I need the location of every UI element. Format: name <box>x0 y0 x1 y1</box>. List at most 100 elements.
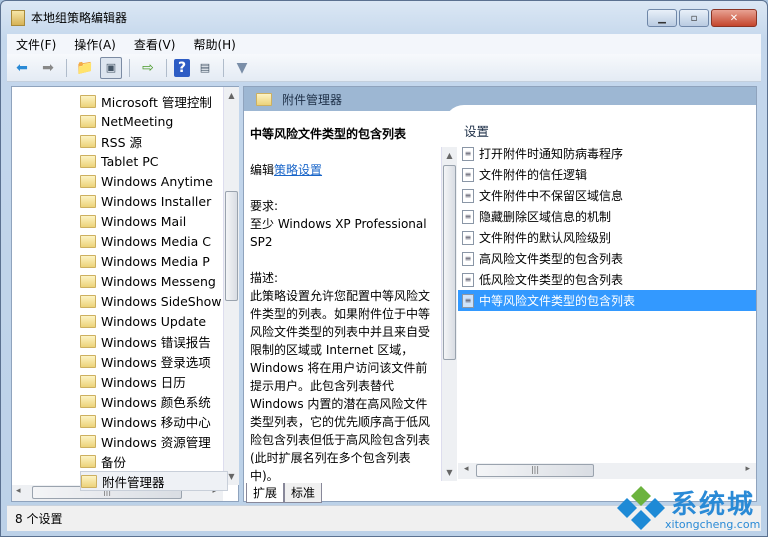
requirements-line: 至少 Windows XP Professional <box>250 217 427 231</box>
setting-label: 高风险文件类型的包含列表 <box>479 252 624 266</box>
folder-icon <box>80 314 96 328</box>
folder-icon <box>80 234 96 248</box>
setting-row[interactable]: ≡ 文件附件的默认风险级别 <box>458 227 756 248</box>
folder-icon <box>80 334 96 348</box>
description-line: 类型列表，它的优先顺序高于低风 <box>250 415 431 429</box>
tab-standard[interactable]: 标准 <box>284 483 323 503</box>
tree-item[interactable]: Windows 移动中心 <box>80 411 228 431</box>
tree-item[interactable]: ▷备份 <box>80 451 228 471</box>
minimize-button[interactable]: ▁ <box>647 9 677 27</box>
settings-list: 设置 ≡ 打开附件时通知防病毒程序 ≡ 文件附件的信任逻辑 ≡ 文件附件中不保留区域信息 ≡… <box>458 117 756 311</box>
tree-item[interactable]: ▷Tablet PC <box>80 151 228 171</box>
policy-setting-icon: ≡ <box>462 230 474 245</box>
filter-icon[interactable]: ▼ <box>231 57 253 79</box>
export-list-icon[interactable]: ⇨ <box>137 57 159 79</box>
tree-item-label: Windows Mail <box>101 213 187 229</box>
edit-policy-link[interactable]: 策略设置 <box>274 163 322 177</box>
tree-item[interactable]: ▷Windows 错误报告 <box>80 331 228 351</box>
tree-item[interactable]: Windows Anytime <box>80 171 228 191</box>
setting-row[interactable]: ≡ 高风险文件类型的包含列表 <box>458 248 756 269</box>
description-scroll-thumb[interactable] <box>443 165 456 360</box>
tree-item-label: Windows Installer <box>101 193 212 209</box>
description-line: Windows 将在用户访问该文件前 <box>250 361 428 375</box>
tree-item[interactable]: Windows 登录选项 <box>80 351 228 371</box>
watermark-text: 系统城 <box>671 490 756 520</box>
folder-icon <box>80 414 96 428</box>
requirements-label: 要求: <box>250 199 279 213</box>
policy-setting-icon: ≡ <box>462 188 474 203</box>
back-icon[interactable]: ⬅ <box>11 57 33 79</box>
folder-icon <box>81 474 97 488</box>
show-action-pane-icon[interactable]: ▤ <box>194 57 216 79</box>
tree-item-label: 附件管理器 <box>102 474 165 490</box>
folder-icon <box>80 374 96 388</box>
tree-item[interactable]: RSS 源 <box>80 131 228 151</box>
tree-item-label: Windows Update <box>101 313 207 329</box>
tree-item[interactable]: Windows SideShow <box>80 291 228 311</box>
setting-row[interactable]: ≡ 文件附件的信任逻辑 <box>458 164 756 185</box>
tree-item-label: Windows SideShow <box>101 293 222 309</box>
description-line: 此策略设置允许您配置中等风险文 <box>250 289 431 303</box>
status-text: 8 个设置 <box>15 512 63 526</box>
setting-row[interactable]: ≡ 中等风险文件类型的包含列表 <box>458 290 756 311</box>
folder-icon <box>80 174 96 188</box>
tree-item[interactable]: ▷Microsoft 管理控制 <box>80 91 228 111</box>
tree-item-label: Windows 资源管理 <box>101 434 211 450</box>
help-icon[interactable]: ? <box>174 58 190 77</box>
requirements-line: SP2 <box>250 235 273 249</box>
menu-bar: 文件(F) 操作(A) 查看(V) 帮助(H) <box>7 34 761 54</box>
list-hscroll-thumb[interactable]: ||| <box>476 464 594 477</box>
show-hide-tree-icon[interactable]: ▣ <box>100 56 122 79</box>
description-line: Windows 内置的潜在高风险文件 <box>250 397 428 411</box>
folder-icon <box>80 294 96 308</box>
tree-item[interactable]: 附件管理器 <box>80 471 228 491</box>
forward-icon[interactable]: ➡ <box>37 57 59 79</box>
policy-setting-icon: ≡ <box>462 251 474 266</box>
description-line: (此时扩展名列在多个包含列表 <box>250 451 411 465</box>
up-folder-icon[interactable]: 📁 <box>74 57 96 79</box>
setting-row[interactable]: ≡ 打开附件时通知防病毒程序 <box>458 143 756 164</box>
setting-row[interactable]: ≡ 低风险文件类型的包含列表 <box>458 269 756 290</box>
tree-item[interactable]: Windows 颜色系统 <box>80 391 228 411</box>
description-line: 件类型的列表。如果附件位于中等 <box>250 307 431 321</box>
tree-item-label: RSS 源 <box>101 134 143 150</box>
folder-icon <box>80 434 96 448</box>
watermark-url: xitongcheng.com <box>665 518 761 531</box>
setting-row[interactable]: ≡ 隐藏删除区域信息的机制 <box>458 206 756 227</box>
setting-label: 低风险文件类型的包含列表 <box>479 273 624 287</box>
folder-icon <box>80 354 96 368</box>
maximize-button[interactable]: ▫ <box>679 9 709 27</box>
tree-item-label: Tablet PC <box>101 153 159 169</box>
tree-item[interactable]: Windows Mail <box>80 211 228 231</box>
menu-help[interactable]: 帮助(H) <box>184 34 244 54</box>
description-scrollbar[interactable]: ▲ ▼ <box>441 147 457 481</box>
column-header-setting[interactable]: 设置 <box>458 117 756 143</box>
title-bar: 本地组策略编辑器 <box>11 9 127 26</box>
tree-item[interactable]: Windows Media C <box>80 231 228 251</box>
close-button[interactable]: ✕ <box>711 9 757 27</box>
app-icon <box>11 9 25 26</box>
tree-pane: ▲ ▼ ◂ ||| ▸ ▷Microsoft 管理控制▷NetMeetingRS… <box>11 86 239 502</box>
tree-item[interactable]: Windows Update <box>80 311 228 331</box>
menu-file[interactable]: 文件(F) <box>7 34 65 54</box>
setting-row[interactable]: ≡ 文件附件中不保留区域信息 <box>458 185 756 206</box>
tree-item-label: NetMeeting <box>101 113 174 129</box>
menu-view[interactable]: 查看(V) <box>125 34 185 54</box>
tree-item-label: Windows Anytime <box>101 173 213 189</box>
tree-item-label: Windows 错误报告 <box>101 334 211 350</box>
folder-icon <box>80 454 96 468</box>
folder-icon <box>80 254 96 268</box>
folder-icon <box>80 94 96 108</box>
list-horizontal-scrollbar[interactable]: ◂ ||| ▸ <box>458 463 756 479</box>
policy-setting-icon: ≡ <box>462 146 474 161</box>
tab-extended[interactable]: 扩展 <box>246 483 285 503</box>
tree-item[interactable]: Windows Installer <box>80 191 228 211</box>
tree-item[interactable]: ▷Windows Media P <box>80 251 228 271</box>
tree-item[interactable]: Windows 日历 <box>80 371 228 391</box>
tree-item-label: Windows 移动中心 <box>101 414 211 430</box>
setting-label: 打开附件时通知防病毒程序 <box>479 147 624 161</box>
tree-item[interactable]: Windows Messeng <box>80 271 228 291</box>
tree-item[interactable]: ▷NetMeeting <box>80 111 228 131</box>
tree-item[interactable]: ▷Windows 资源管理 <box>80 431 228 451</box>
menu-action[interactable]: 操作(A) <box>65 34 125 54</box>
